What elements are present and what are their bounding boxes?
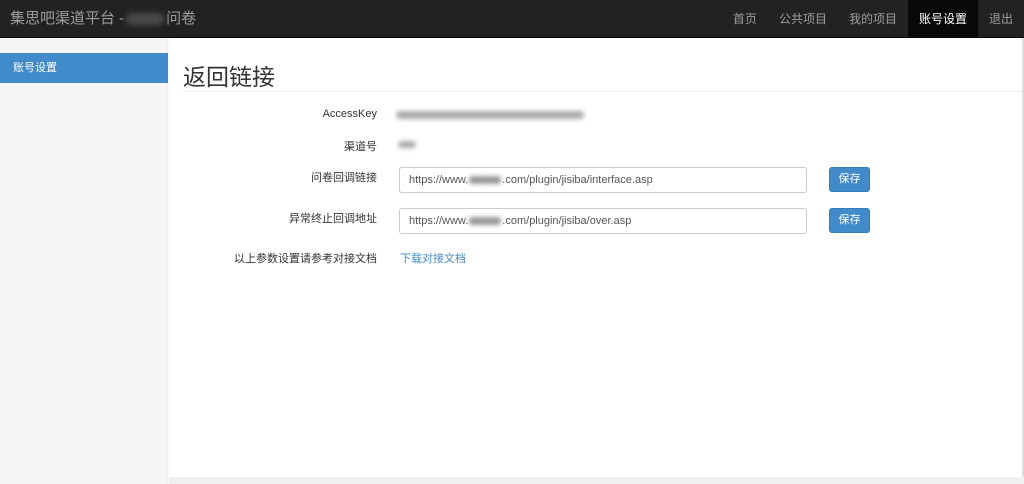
nav-item-logout[interactable]: 退出: [978, 0, 1024, 38]
doc-note-label: 以上参数设置请参考对接文档: [234, 253, 377, 265]
abnormal-url-input[interactable]: https://www. .com/plugin/jisiba/over.asp: [399, 208, 807, 234]
nav-item-home[interactable]: 首页: [722, 0, 768, 38]
channel-label: 渠道号: [344, 141, 377, 153]
nav-item-public-projects[interactable]: 公共项目: [768, 0, 838, 38]
abnormal-url-label: 异常终止回调地址: [289, 213, 377, 225]
channel-value-redacted: [398, 141, 416, 148]
abnormal-url-suffix: .com/plugin/jisiba/over.asp: [502, 215, 632, 227]
callback-url-input[interactable]: https://www. .com/plugin/jisiba/interface…: [399, 167, 807, 193]
callback-url-prefix: https://www.: [409, 174, 469, 186]
access-key-value-redacted: [396, 111, 584, 119]
redacted-domain: [469, 217, 502, 226]
redacted-domain: [469, 176, 502, 185]
redacted-brand-name: [126, 13, 165, 26]
download-doc-link[interactable]: 下载对接文档: [400, 250, 466, 266]
bottom-edge: [169, 477, 1024, 484]
brand-suffix: 问卷: [166, 10, 197, 27]
abnormal-url-prefix: https://www.: [409, 215, 469, 227]
brand-prefix: 集思吧渠道平台 -: [10, 10, 125, 27]
main-content: 返回链接 AccessKey 渠道号 问卷回调链接 https://www. .c…: [169, 38, 1022, 477]
sidebar-item-account-settings[interactable]: 账号设置: [0, 53, 168, 83]
save-callback-button[interactable]: 保存: [829, 167, 870, 192]
title-divider: [183, 91, 1022, 92]
save-abnormal-button[interactable]: 保存: [829, 208, 870, 233]
top-nav-menu: 首页 公共项目 我的项目 账号设置 退出: [722, 0, 1024, 38]
sidebar: 账号设置: [0, 38, 168, 484]
page-title: 返回链接: [183, 64, 275, 90]
nav-item-my-projects[interactable]: 我的项目: [838, 0, 908, 38]
top-navbar: 集思吧渠道平台 - 问卷 首页 公共项目 我的项目 账号设置 退出: [0, 0, 1024, 38]
callback-url-suffix: .com/plugin/jisiba/interface.asp: [502, 174, 653, 186]
nav-item-account-settings[interactable]: 账号设置: [907, 0, 978, 38]
callback-url-label: 问卷回调链接: [311, 172, 377, 184]
access-key-label: AccessKey: [322, 108, 377, 120]
brand-title[interactable]: 集思吧渠道平台 - 问卷: [10, 0, 196, 38]
